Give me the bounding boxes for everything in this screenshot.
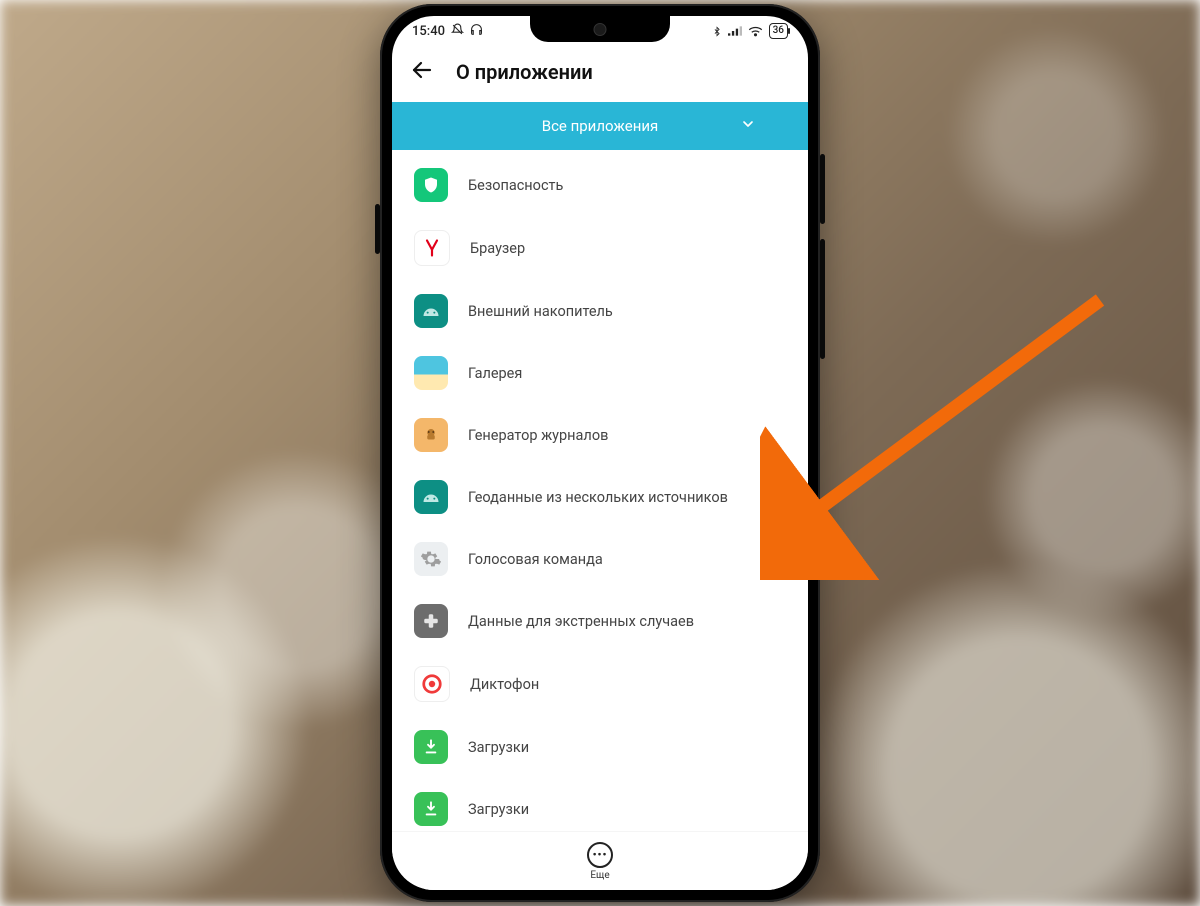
app-label: Геоданные из нескольких источников xyxy=(468,489,728,506)
app-row-browser[interactable]: Браузер xyxy=(392,216,808,280)
android-icon xyxy=(414,480,448,514)
headphones-icon xyxy=(470,23,483,40)
log-icon xyxy=(414,418,448,452)
app-row-gallery[interactable]: Галерея xyxy=(392,342,808,404)
bottom-nav: ••• Еще xyxy=(392,831,808,890)
app-row-voice-command[interactable]: Голосовая команда xyxy=(392,528,808,590)
app-label: Загрузки xyxy=(468,739,529,756)
shield-icon xyxy=(414,168,448,202)
app-label: Диктофон xyxy=(470,676,539,693)
download-icon xyxy=(414,730,448,764)
app-label: Галерея xyxy=(468,365,522,382)
apps-filter-dropdown[interactable]: Все приложения xyxy=(392,102,808,150)
signal-icon xyxy=(728,25,742,37)
phone-screen: 15:40 36 xyxy=(392,16,808,890)
app-label: Внешний накопитель xyxy=(468,303,613,320)
app-row-fused-location[interactable]: Геоданные из нескольких источников xyxy=(392,466,808,528)
app-row-log-generator[interactable]: Генератор журналов xyxy=(392,404,808,466)
app-row-recorder[interactable]: Диктофон xyxy=(392,652,808,716)
phone-side-button xyxy=(375,204,380,254)
android-icon xyxy=(414,294,448,328)
recorder-icon xyxy=(414,666,450,702)
dnd-icon xyxy=(451,23,464,40)
back-button[interactable] xyxy=(410,58,434,86)
app-row-security[interactable]: Безопасность xyxy=(392,154,808,216)
app-row-downloads[interactable]: Загрузки xyxy=(392,716,808,778)
battery-icon: 36 xyxy=(769,23,788,39)
gallery-icon xyxy=(414,356,448,390)
app-label: Безопасность xyxy=(468,177,563,194)
app-label: Данные для экстренных случаев xyxy=(468,613,694,630)
battery-level: 36 xyxy=(773,26,784,36)
phone-frame: 15:40 36 xyxy=(380,4,820,902)
phone-side-button xyxy=(820,239,825,359)
page-header: О приложении xyxy=(392,46,808,102)
app-label: Браузер xyxy=(470,240,525,257)
app-label: Генератор журналов xyxy=(468,427,608,444)
wifi-icon xyxy=(748,25,763,37)
gear-icon xyxy=(414,542,448,576)
app-label: Голосовая команда xyxy=(468,551,603,568)
app-label: Загрузки xyxy=(468,801,529,818)
app-list: Безопасность Браузер Внешний накопитель … xyxy=(392,150,808,840)
app-row-emergency-info[interactable]: Данные для экстренных случаев xyxy=(392,590,808,652)
more-label: Еще xyxy=(590,870,609,881)
download-icon xyxy=(414,792,448,826)
page-title: О приложении xyxy=(456,60,593,84)
phone-side-button xyxy=(820,154,825,224)
chevron-down-icon xyxy=(740,116,756,136)
phone-notch xyxy=(530,16,670,42)
more-button[interactable]: ••• xyxy=(587,842,613,868)
yandex-icon xyxy=(414,230,450,266)
apps-filter-label: Все приложения xyxy=(542,117,659,135)
app-row-external-storage[interactable]: Внешний накопитель xyxy=(392,280,808,342)
status-time: 15:40 xyxy=(412,24,445,39)
plus-icon xyxy=(414,604,448,638)
bluetooth-icon xyxy=(712,25,722,38)
